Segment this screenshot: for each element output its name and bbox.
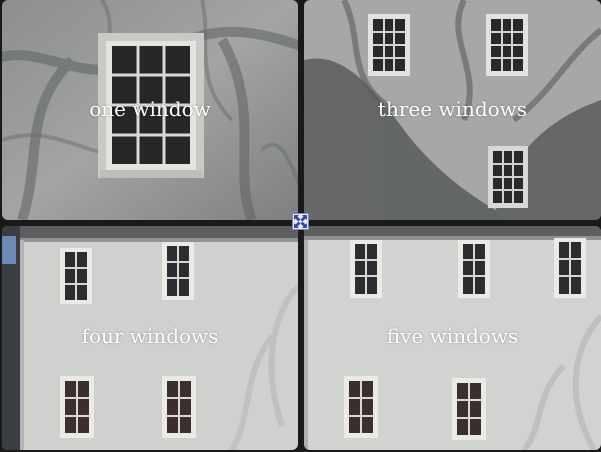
- wall-photo-four-windows: [2, 226, 298, 450]
- expand-arrows-icon: [294, 215, 307, 228]
- wall-photo-one-window: [2, 0, 298, 220]
- tile-one-window[interactable]: one window: [2, 0, 298, 220]
- tile-three-windows[interactable]: three windows: [304, 0, 601, 220]
- wall-photo-three-windows: [304, 0, 601, 220]
- tile-five-windows[interactable]: five windows: [304, 226, 601, 450]
- expand-button[interactable]: [292, 213, 309, 230]
- wall-photo-five-windows: [304, 226, 601, 450]
- image-grid: one window three windows four windows fi…: [0, 0, 601, 452]
- tile-four-windows[interactable]: four windows: [2, 226, 298, 450]
